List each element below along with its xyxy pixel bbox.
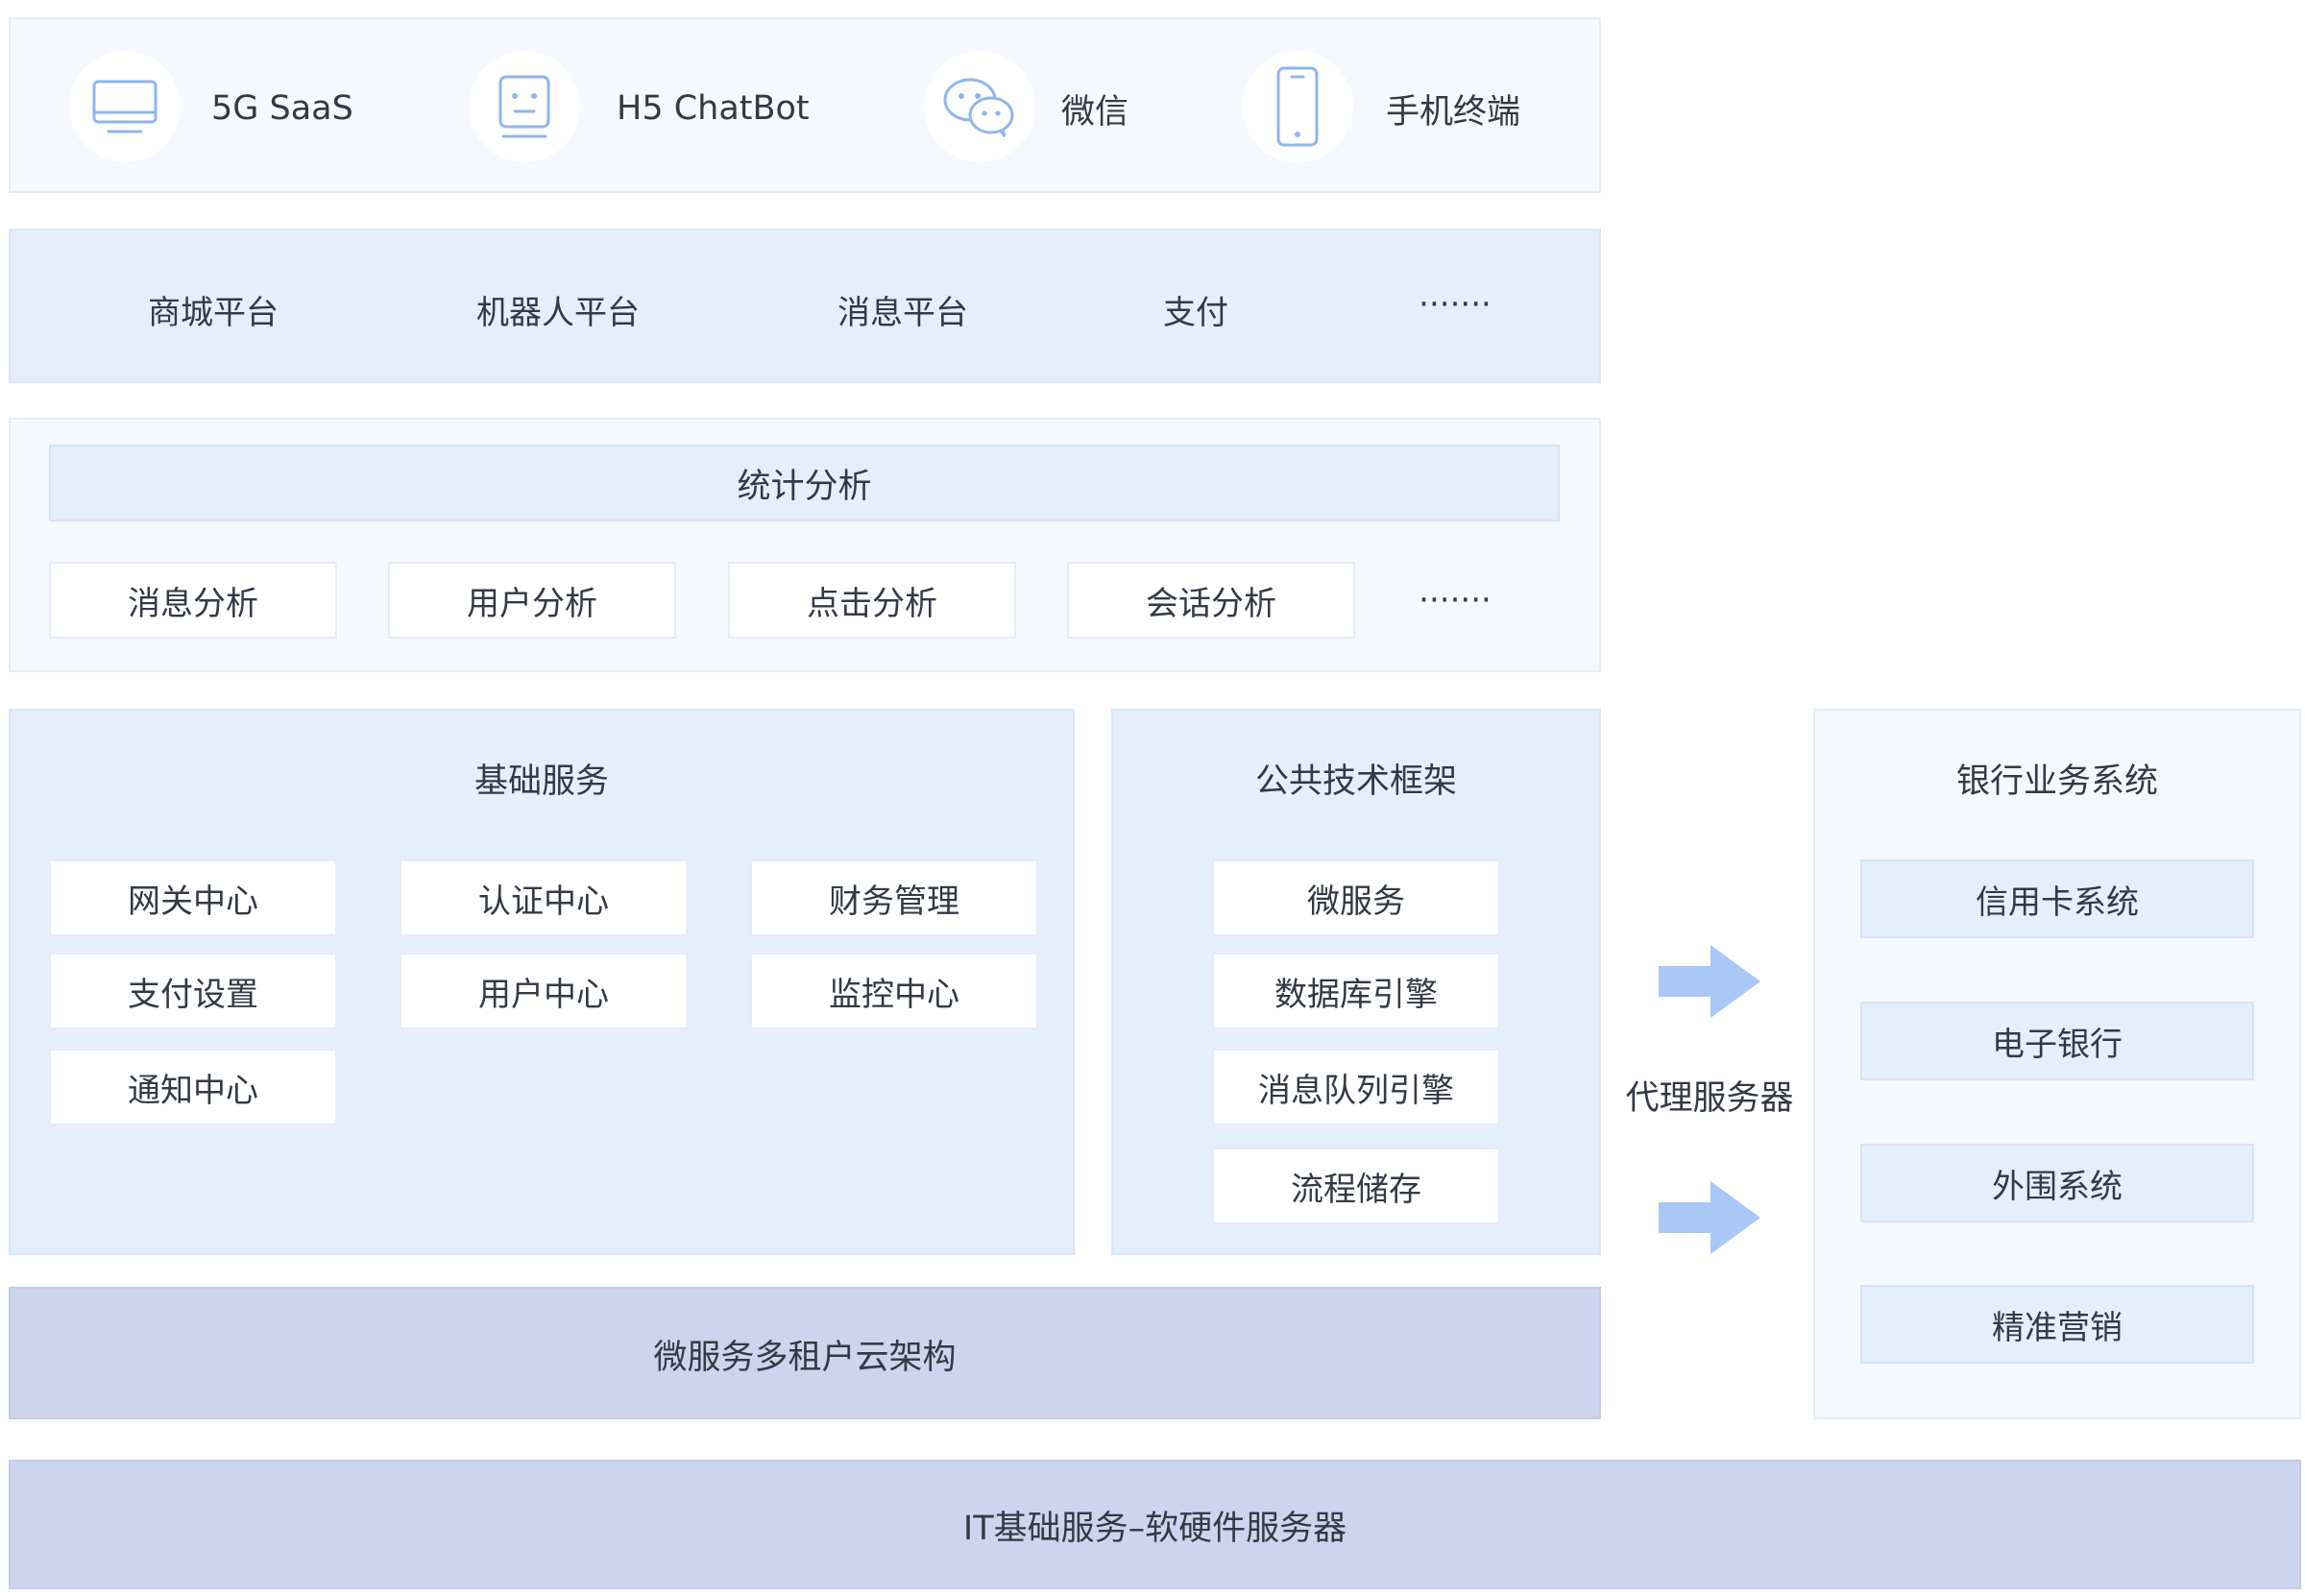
tech-framework-item-0: 微服务 [1212, 859, 1500, 936]
basic-services-item-2: 财务管理 [750, 859, 1038, 936]
platform-item-2: 消息平台 [837, 293, 968, 332]
basic-services-item-5: 监控中心 [750, 953, 1038, 1029]
platform-item-1: 机器人平台 [476, 293, 640, 332]
bank-systems-title: 银行业务系统 [1955, 762, 2158, 801]
monitor-icon [92, 80, 158, 133]
basic-services-item-3: 支付设置 [49, 953, 337, 1029]
arrow-right-icon [1659, 1181, 1760, 1254]
analytics-title: 统计分析 [49, 445, 1560, 521]
basic-services-item-6: 通知中心 [49, 1049, 337, 1125]
monitor-icon-circle [69, 51, 181, 162]
bank-systems-item-1: 电子银行 [1860, 1002, 2254, 1080]
robot-icon-circle [469, 51, 580, 162]
tech-framework-title: 公共技术框架 [1254, 762, 1457, 801]
wechat-icon [943, 78, 1014, 137]
cloud-layer-label: 微服务多租户云架构 [653, 1338, 957, 1377]
analytics-item-0: 消息分析 [49, 562, 337, 639]
channel-label-0: 5G SaaS [211, 89, 353, 128]
analytics-item-2: 点击分析 [728, 562, 1016, 639]
phone-icon [1276, 66, 1319, 147]
tech-framework-item-3: 流程储存 [1212, 1148, 1500, 1224]
phone-icon-circle [1242, 51, 1353, 162]
analytics-item-3: 会话分析 [1067, 562, 1355, 639]
channel-label-2: 微信 [1061, 92, 1129, 132]
analytics-item-1: 用户分析 [388, 562, 676, 639]
tech-framework-item-1: 数据库引擎 [1212, 953, 1500, 1029]
robot-icon [498, 75, 550, 138]
basic-services-item-1: 认证中心 [400, 859, 688, 936]
proxy-label: 代理服务器 [1625, 1078, 1794, 1118]
basic-services-title: 基础服务 [473, 762, 609, 801]
basic-services-item-4: 用户中心 [400, 953, 688, 1029]
bank-systems-item-2: 外围系统 [1860, 1144, 2254, 1222]
platform-more: ······· [1419, 285, 1492, 324]
platform-item-3: 支付 [1163, 293, 1228, 332]
tech-framework-item-2: 消息队列引擎 [1212, 1049, 1500, 1125]
wechat-icon-circle [924, 51, 1035, 162]
analytics-more: ······· [1419, 581, 1492, 619]
channel-label-1: H5 ChatBot [617, 89, 810, 128]
platform-item-0: 商城平台 [148, 293, 279, 332]
basic-services-item-0: 网关中心 [49, 859, 337, 936]
channel-label-3: 手机终端 [1386, 92, 1521, 132]
arrow-right-icon [1659, 945, 1760, 1018]
bank-systems-item-3: 精准营销 [1860, 1285, 2254, 1364]
bank-systems-item-0: 信用卡系统 [1860, 859, 2254, 938]
infra-layer-label: IT基础服务–软硬件服务器 [962, 1509, 1347, 1548]
